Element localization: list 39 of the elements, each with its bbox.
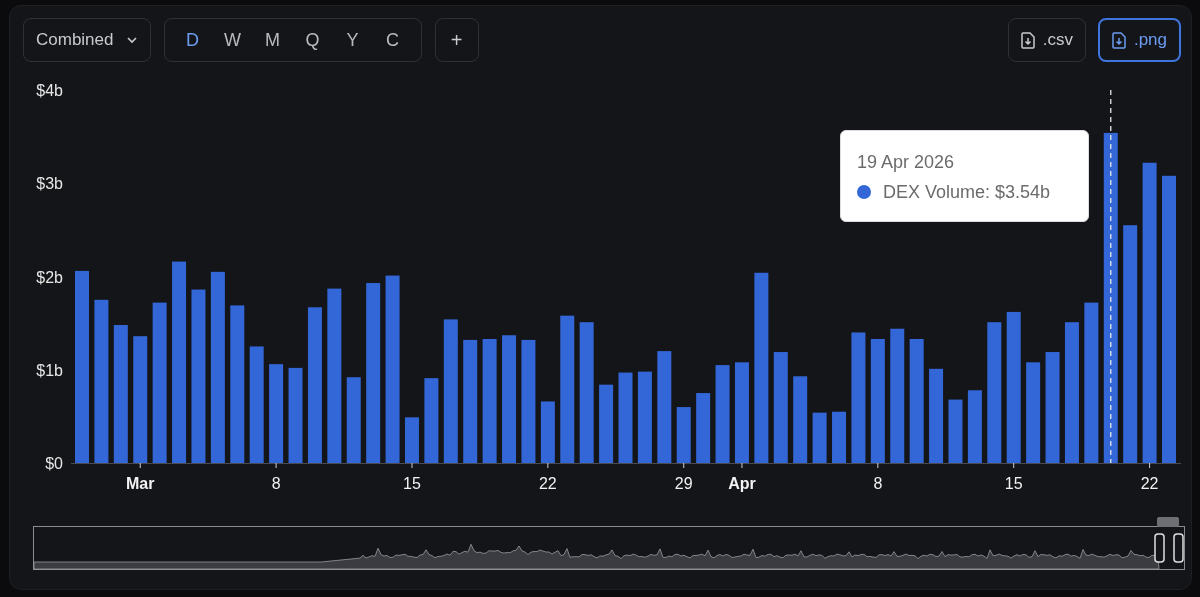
bar xyxy=(405,417,419,463)
x-axis-label: Mar xyxy=(126,475,155,492)
x-axis-label: 15 xyxy=(403,475,421,492)
file-download-icon xyxy=(1111,31,1126,49)
download-button[interactable]: .png xyxy=(1097,18,1181,62)
chevron-down-icon xyxy=(125,36,138,44)
tooltip-value: DEX Volume: $3.54b xyxy=(883,181,1051,203)
x-axis-label: 29 xyxy=(674,475,693,492)
add-button[interactable]: + xyxy=(434,18,479,62)
brush-handle[interactable] xyxy=(1173,533,1184,563)
tooltip-date: 19 Apr 2026 xyxy=(857,151,956,173)
view-dropdown[interactable]: Combined xyxy=(23,18,151,62)
y-axis-label: $4b xyxy=(36,82,63,99)
period-tab[interactable]: W xyxy=(212,25,253,55)
y-axis-label: $1b xyxy=(36,361,63,379)
x-axis-label: 22 xyxy=(538,475,557,492)
x-axis-label: Apr xyxy=(728,475,756,492)
x-axis-label: 8 xyxy=(873,475,883,492)
period-tab[interactable]: M xyxy=(252,25,293,55)
bar xyxy=(540,401,555,463)
brush-grip-icon[interactable] xyxy=(1157,517,1179,527)
bar xyxy=(812,412,827,463)
y-axis-label: $2b xyxy=(36,268,63,286)
file-download-icon xyxy=(1020,31,1035,49)
download-button[interactable]: .csv xyxy=(1007,18,1086,62)
brush-handle[interactable] xyxy=(1154,533,1165,563)
x-axis-label: 22 xyxy=(1140,475,1159,492)
x-axis-label: 8 xyxy=(271,475,281,492)
y-axis-label: $0 xyxy=(45,455,63,472)
x-axis-label: 15 xyxy=(1004,475,1023,492)
period-tab[interactable]: C xyxy=(372,25,413,55)
period-tab[interactable]: D xyxy=(172,25,213,55)
bar xyxy=(948,399,963,463)
bar xyxy=(676,407,691,463)
period-tab[interactable]: Y xyxy=(332,25,373,55)
y-axis-label: $3b xyxy=(36,175,63,193)
bar xyxy=(832,411,846,463)
bar xyxy=(696,393,711,463)
period-tab[interactable]: Q xyxy=(292,25,333,55)
